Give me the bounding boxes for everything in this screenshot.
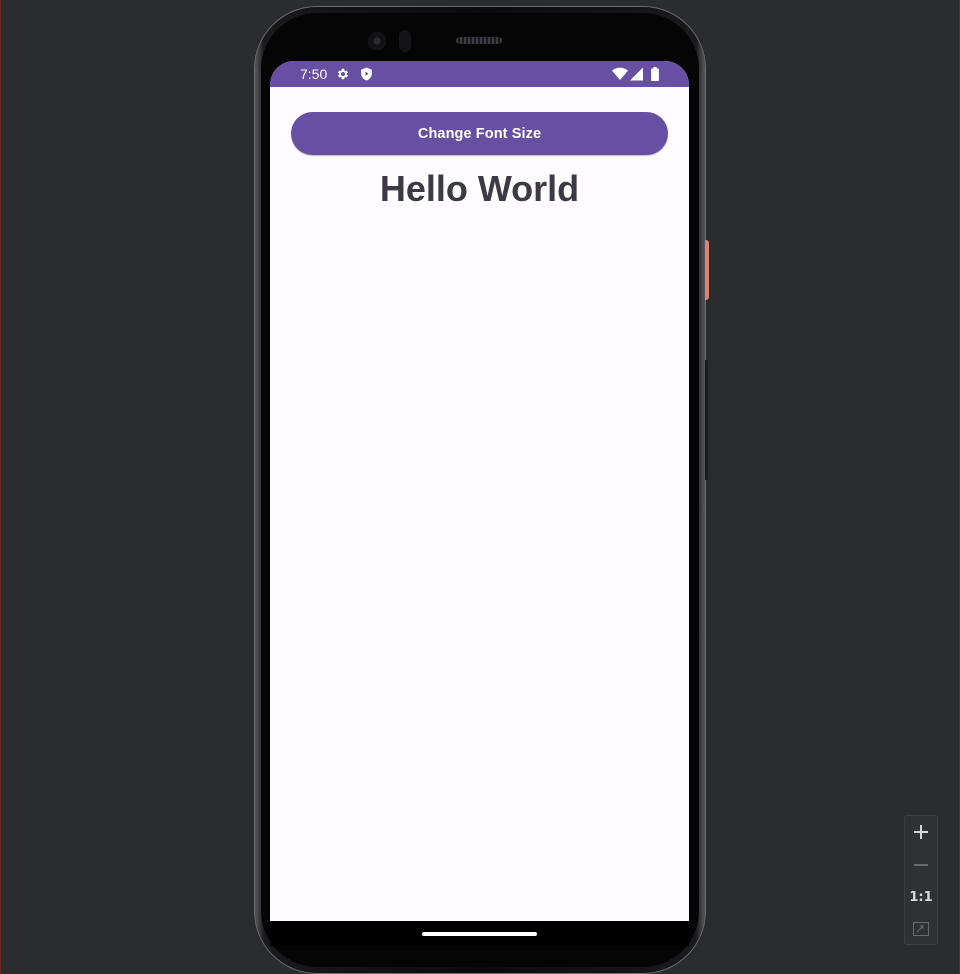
power-button[interactable] (705, 240, 709, 300)
zoom-controls: 1:1 (904, 815, 938, 945)
status-bar: 7:50 (270, 61, 689, 87)
status-time: 7:50 (300, 66, 328, 82)
device-screen: 7:50 Change Font Size Hello World (270, 61, 689, 946)
gesture-nav-bar (270, 921, 689, 946)
volume-rocker[interactable] (705, 360, 708, 480)
wifi-icon (612, 67, 628, 81)
earpiece-speaker (456, 37, 502, 44)
change-font-size-button[interactable]: Change Font Size (291, 112, 668, 155)
actual-size-button[interactable]: 1:1 (905, 881, 937, 913)
plus-icon[interactable] (905, 816, 937, 848)
fit-screen-icon[interactable] (905, 913, 937, 945)
cell-signal-icon (630, 67, 643, 81)
battery-icon (651, 67, 659, 81)
shield-play-icon (360, 67, 373, 81)
settings-icon (336, 67, 350, 81)
minus-icon[interactable] (905, 849, 937, 881)
hello-world-text: Hello World (379, 168, 580, 209)
front-camera-icon (368, 32, 386, 50)
emulator-stage: 7:50 Change Font Size Hello World 1:1 (0, 0, 960, 974)
app-content: Change Font Size Hello World (270, 87, 689, 920)
actual-size-label: 1:1 (909, 889, 933, 905)
proximity-sensor (399, 30, 411, 52)
home-gesture-handle[interactable] (422, 932, 537, 936)
